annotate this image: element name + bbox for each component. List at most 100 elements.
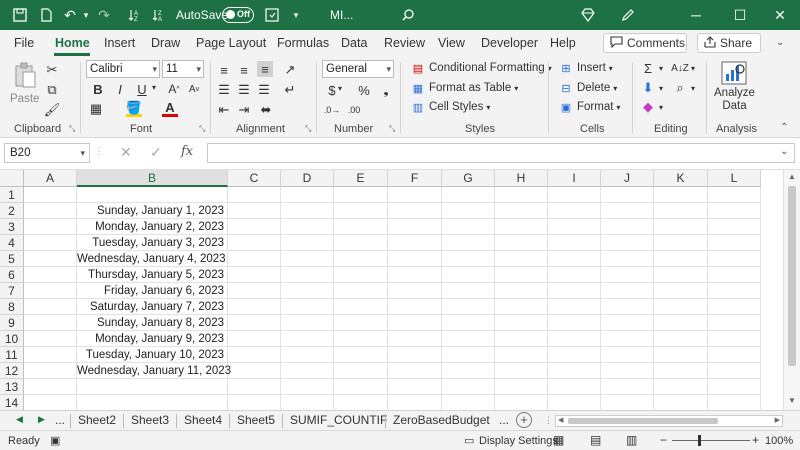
cell-a7[interactable] (24, 283, 77, 299)
tab-page-layout[interactable]: Page Layout (196, 36, 266, 50)
cell-b8[interactable]: Saturday, January 7, 2023 (77, 299, 228, 315)
cell-f9[interactable] (388, 315, 442, 331)
page-break-view-icon[interactable]: ▥ (626, 433, 637, 447)
minimize-icon[interactable]: ─ (676, 0, 716, 30)
save-icon[interactable] (10, 5, 30, 25)
cell-l4[interactable] (708, 235, 761, 251)
cell-g11[interactable] (442, 347, 495, 363)
cell-k14[interactable] (654, 395, 708, 411)
vertical-scroll-thumb[interactable] (788, 186, 796, 366)
cell-h13[interactable] (495, 379, 548, 395)
scroll-right-icon[interactable]: ▶ (775, 416, 780, 424)
font-name-combo[interactable]: Calibri ▾ (86, 60, 160, 78)
cell-l3[interactable] (708, 219, 761, 235)
tab-file[interactable]: File (14, 36, 34, 50)
cell-g10[interactable] (442, 331, 495, 347)
comments-button[interactable]: Comments (603, 33, 687, 53)
cell-e3[interactable] (334, 219, 388, 235)
cell-i11[interactable] (548, 347, 601, 363)
cell-b14[interactable] (77, 395, 228, 411)
cell-f2[interactable] (388, 203, 442, 219)
row-header-6[interactable]: 6 (0, 267, 24, 283)
clipboard-launcher-icon[interactable]: ⤡ (69, 124, 75, 134)
cell-j8[interactable] (601, 299, 654, 315)
cell-e12[interactable] (334, 363, 388, 379)
sheets-ellipsis-right[interactable]: ... (499, 413, 509, 427)
save-cloud-icon[interactable] (262, 5, 282, 25)
cell-d7[interactable] (281, 283, 334, 299)
row-header-4[interactable]: 4 (0, 235, 24, 251)
cell-h10[interactable] (495, 331, 548, 347)
cell-e9[interactable] (334, 315, 388, 331)
cell-f6[interactable] (388, 267, 442, 283)
merge-center-icon[interactable]: ⬌ (258, 102, 274, 118)
sheet-tab-zerobasedbudget[interactable]: ZeroBasedBudget (393, 413, 490, 427)
cell-b7[interactable]: Friday, January 6, 2023 (77, 283, 228, 299)
cell-d4[interactable] (281, 235, 334, 251)
cell-l10[interactable] (708, 331, 761, 347)
cell-b2[interactable]: Sunday, January 1, 2023 (77, 203, 228, 219)
column-header-d[interactable]: D (281, 170, 334, 187)
expand-formula-bar-icon[interactable]: ⌄ (780, 146, 788, 157)
cell-i9[interactable] (548, 315, 601, 331)
underline-dropdown-icon[interactable]: ▾ (152, 83, 156, 92)
row-header-8[interactable]: 8 (0, 299, 24, 315)
cell-g8[interactable] (442, 299, 495, 315)
cell-b12[interactable]: Wednesday, January 11, 2023 (77, 363, 231, 379)
cell-l14[interactable] (708, 395, 761, 411)
cell-k6[interactable] (654, 267, 708, 283)
worksheet-grid[interactable]: A B C D E F G H I J K L 1 2 Sunday, January 1, 2023 3 Mo… (0, 170, 783, 411)
cell-i6[interactable] (548, 267, 601, 283)
cell-b5[interactable]: Wednesday, January 4, 2023 (77, 251, 228, 267)
cell-b6[interactable]: Thursday, January 5, 2023 (77, 267, 228, 283)
cell-d12[interactable] (281, 363, 334, 379)
currency-dropdown-icon[interactable]: ▾ (338, 84, 342, 93)
font-launcher-icon[interactable]: ⤡ (199, 124, 205, 134)
decrease-decimal-icon[interactable]: .00 (346, 102, 362, 118)
number-launcher-icon[interactable]: ⤡ (389, 124, 395, 134)
cell-a12[interactable] (24, 363, 77, 379)
cell-f1[interactable] (388, 187, 442, 203)
cell-c8[interactable] (228, 299, 281, 315)
cell-i13[interactable] (548, 379, 601, 395)
align-right-icon[interactable]: ☰ (256, 82, 272, 98)
cell-c14[interactable] (228, 395, 281, 411)
cancel-icon[interactable]: ✕ (120, 144, 132, 161)
cell-a5[interactable] (24, 251, 77, 267)
name-box[interactable]: B20 ▾ (4, 143, 90, 163)
cell-g2[interactable] (442, 203, 495, 219)
row-header-9[interactable]: 9 (0, 315, 24, 331)
cell-j10[interactable] (601, 331, 654, 347)
cell-k2[interactable] (654, 203, 708, 219)
cell-g9[interactable] (442, 315, 495, 331)
cell-j6[interactable] (601, 267, 654, 283)
cell-c12[interactable] (228, 363, 281, 379)
cell-b9[interactable]: Sunday, January 8, 2023 (77, 315, 228, 331)
cell-c7[interactable] (228, 283, 281, 299)
column-header-f[interactable]: F (388, 170, 442, 187)
format-cells-button[interactable]: ▣ Format ▾ (558, 99, 621, 115)
cell-l11[interactable] (708, 347, 761, 363)
cell-c1[interactable] (228, 187, 281, 203)
cell-f8[interactable] (388, 299, 442, 315)
align-top-icon[interactable]: ≡ (216, 62, 232, 78)
zoom-slider-thumb[interactable] (698, 435, 701, 446)
cell-b13[interactable] (77, 379, 228, 395)
cell-l12[interactable] (708, 363, 761, 379)
cell-d3[interactable] (281, 219, 334, 235)
cell-h1[interactable] (495, 187, 548, 203)
align-left-icon[interactable]: ☰ (216, 82, 232, 98)
cell-a14[interactable] (24, 395, 77, 411)
enter-icon[interactable]: ✓ (150, 144, 162, 161)
page-layout-view-icon[interactable]: ▤ (590, 433, 601, 447)
copy-icon[interactable]: ⧉ (44, 82, 60, 98)
scroll-up-icon[interactable]: ▲ (788, 172, 796, 181)
column-header-h[interactable]: H (495, 170, 548, 187)
cell-d2[interactable] (281, 203, 334, 219)
column-header-i[interactable]: I (548, 170, 601, 187)
share-button[interactable]: Share (697, 33, 761, 53)
add-sheet-icon[interactable]: + (516, 412, 532, 428)
row-header-10[interactable]: 10 (0, 331, 24, 347)
autosave-toggle[interactable]: Off (222, 7, 254, 23)
row-header-12[interactable]: 12 (0, 363, 24, 379)
